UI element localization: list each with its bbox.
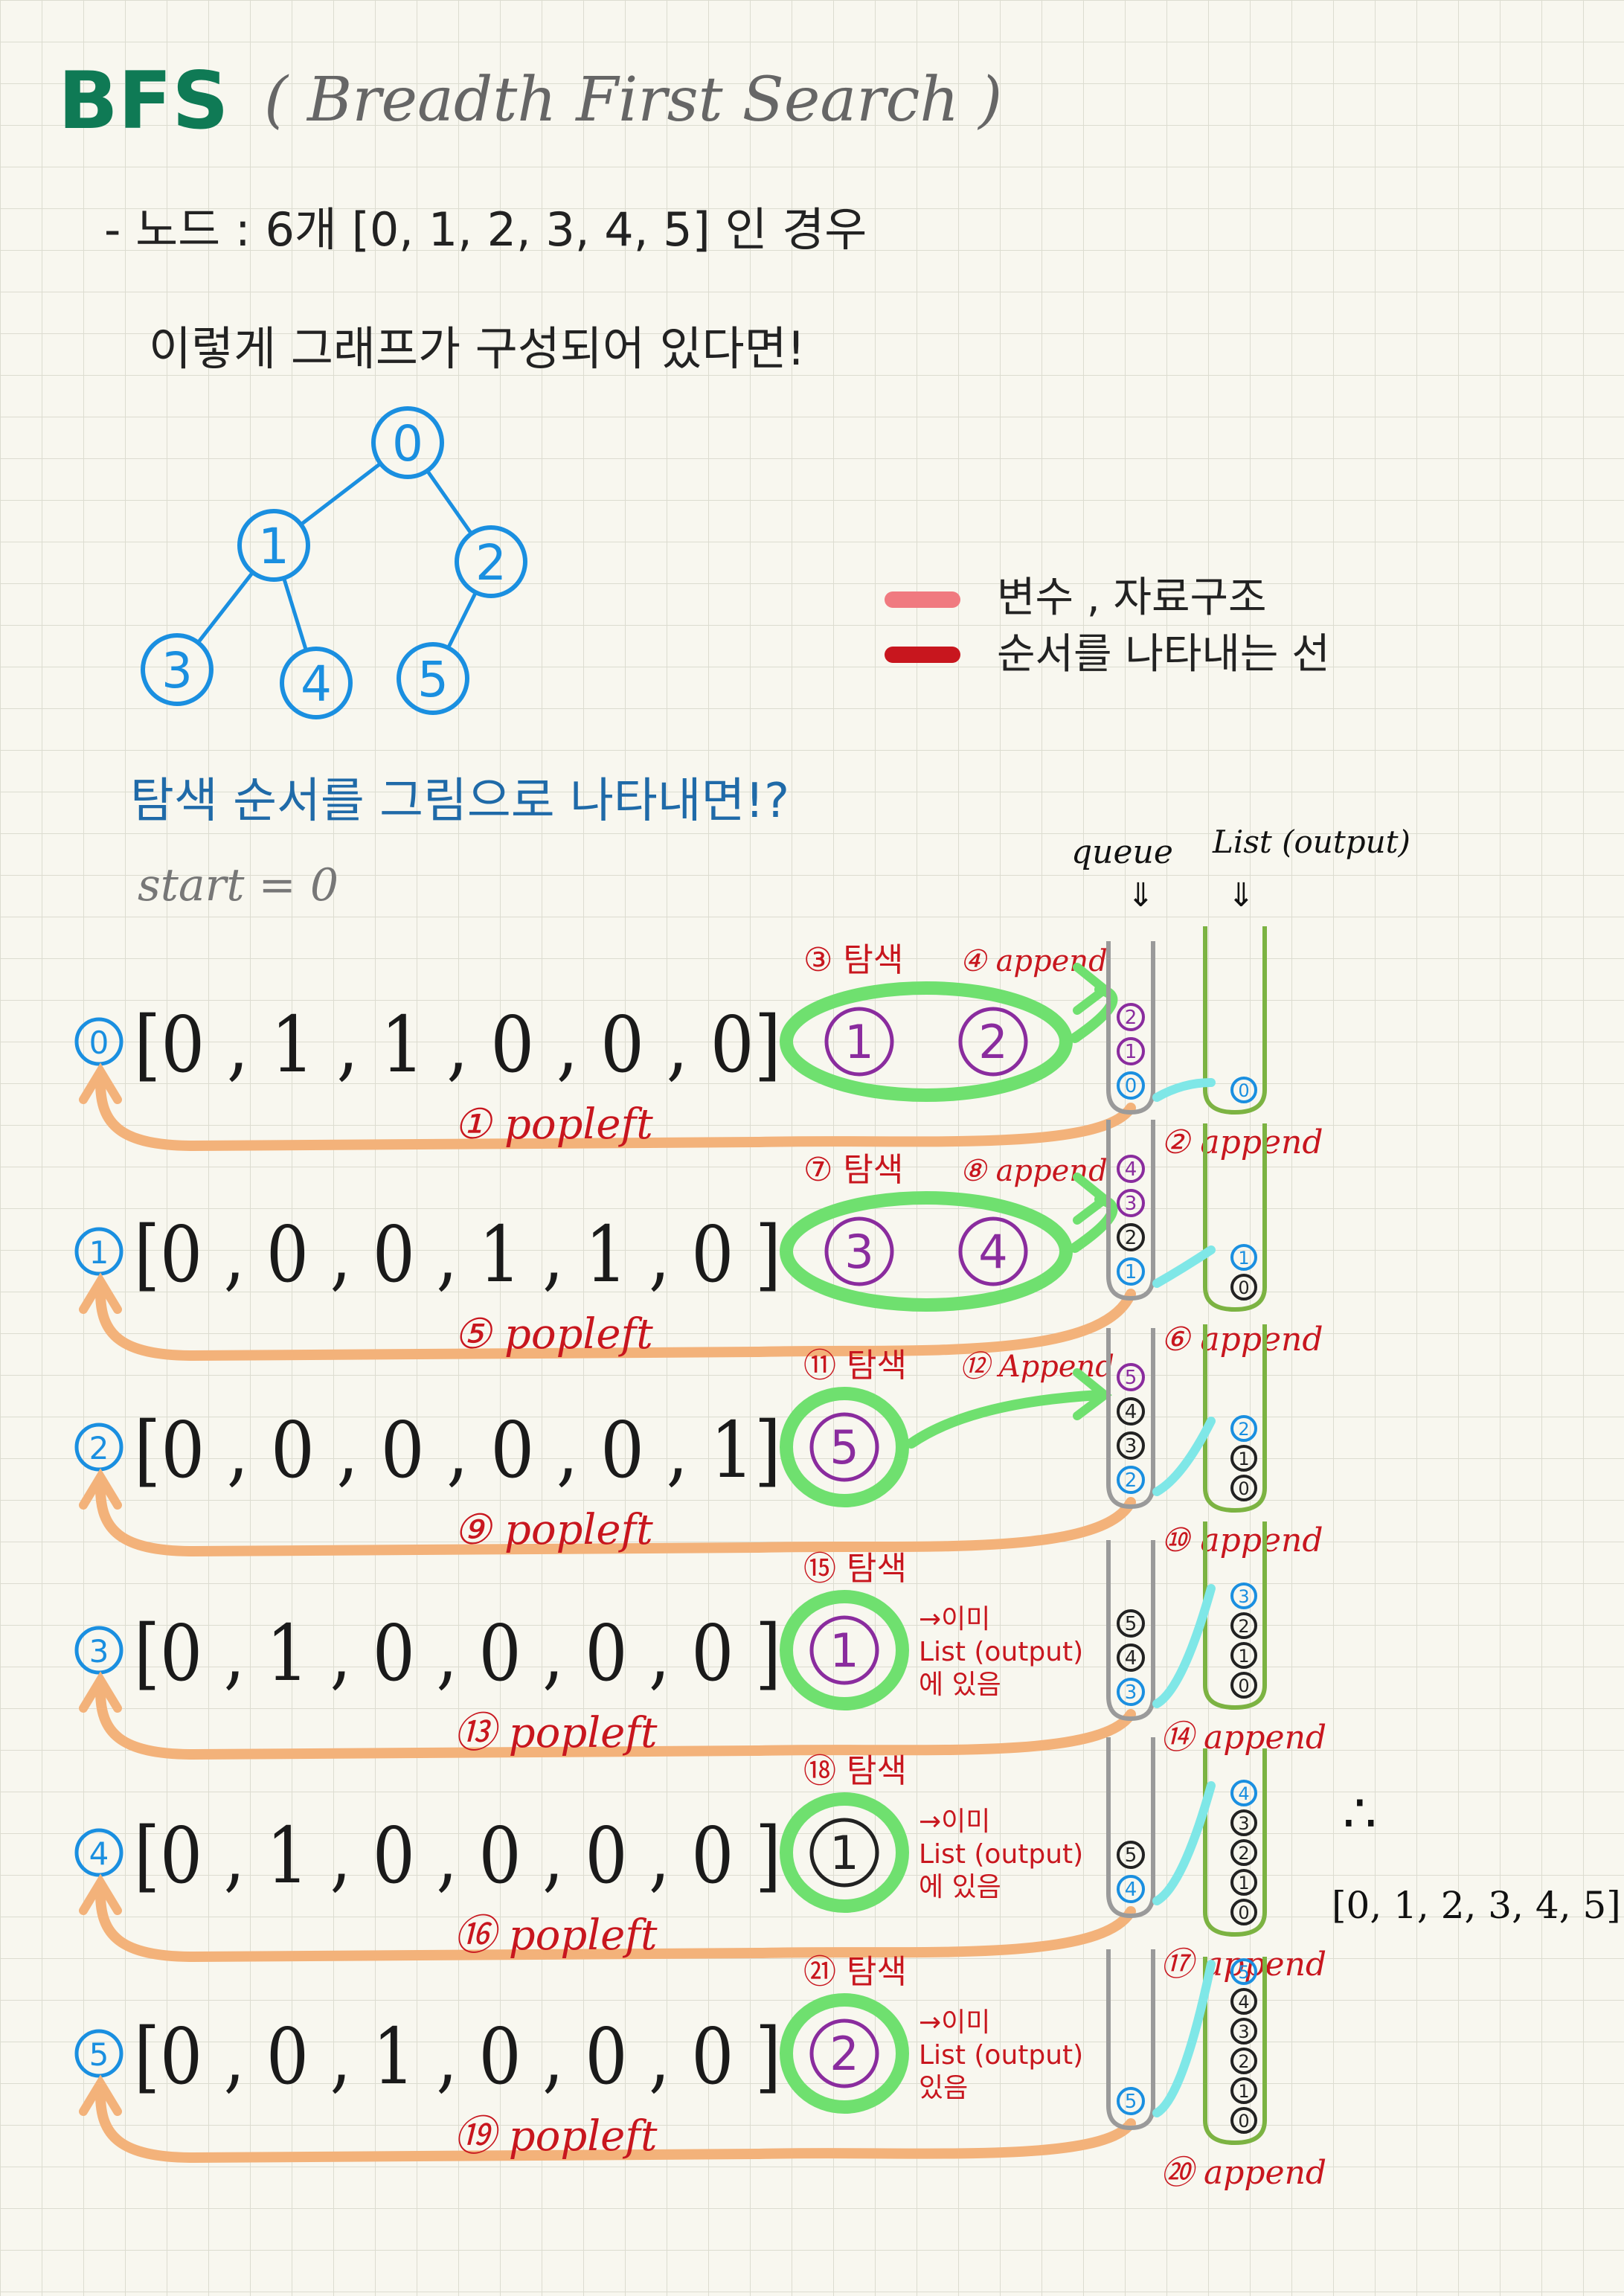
append-output-label: ⑳ append <box>1161 2154 1326 2192</box>
explore-label: ⑮ 탐색 <box>803 1550 907 1588</box>
output-item: 2 <box>1238 1419 1249 1440</box>
already-in-output-note: →이미 List (output) 있음 <box>919 2007 1083 2103</box>
queue-item: 4 <box>1125 1879 1137 1901</box>
adjacency-row: [0 , 1 , 1 , 0 , 0 , 0] <box>134 999 781 1090</box>
output-item: 2 <box>1238 1843 1249 1864</box>
queue-item: 0 <box>1125 1075 1137 1097</box>
queue-item: 5 <box>1125 1367 1137 1389</box>
output-item: 5 <box>1238 1962 1249 1983</box>
queue-item: 4 <box>1125 1647 1137 1670</box>
append-output-label: ② append <box>1161 1123 1323 1161</box>
adjacency-row: [0 , 1 , 0 , 0 , 0 , 0 ] <box>134 1810 781 1901</box>
explore-label: ⑱ 탐색 <box>803 1752 907 1790</box>
row-node-label: 2 <box>89 1430 109 1466</box>
output-item: 0 <box>1238 1277 1249 1298</box>
queue-item: 3 <box>1125 1435 1137 1458</box>
queue-item: 1 <box>1125 1261 1137 1283</box>
queue-item: 5 <box>1125 2091 1137 2113</box>
bfs-row-3: 3 [0 , 1 , 0 , 0 , 0 , 0 ] ⑬ popleft 1 ⑮ 탐색 →… <box>74 1521 1326 1760</box>
append-output-label: ⑥ append <box>1161 1321 1323 1359</box>
found-node-label: 4 <box>978 1225 1007 1279</box>
queue-item: 1 <box>1125 1041 1137 1063</box>
adjacency-row: [0 , 0 , 0 , 1 , 1 , 0 ] <box>134 1209 781 1300</box>
popleft-label: ⑲ popleft <box>454 2112 658 2161</box>
output-item: 0 <box>1238 1675 1249 1696</box>
queue-item: 2 <box>1125 1227 1137 1249</box>
explore-label: ⑪ 탐색 <box>803 1347 907 1385</box>
output-item: 0 <box>1238 2111 1249 2132</box>
explore-label: ㉑ 탐색 <box>803 1953 907 1991</box>
found-node-label: 1 <box>829 1623 858 1678</box>
output-item: 0 <box>1238 1902 1249 1923</box>
adjacency-row: [0 , 0 , 0 , 0 , 0 , 1] <box>134 1405 781 1495</box>
adjacency-row: [0 , 0 , 1 , 0 , 0 , 0 ] <box>134 2011 781 2102</box>
found-node-label: 2 <box>829 2027 858 2081</box>
output-item: 3 <box>1238 2021 1249 2042</box>
row-node-label: 5 <box>89 2036 109 2073</box>
explore-label: ⑦ 탐색 <box>803 1151 903 1189</box>
queue-item: 2 <box>1125 1007 1137 1029</box>
queue-item: 3 <box>1125 1681 1137 1704</box>
row-node-label: 0 <box>89 1024 109 1061</box>
popleft-label: ① popleft <box>454 1100 653 1149</box>
popleft-label: ⑬ popleft <box>454 1709 658 1757</box>
row-node-label: 4 <box>89 1835 109 1872</box>
output-item: 2 <box>1238 1616 1249 1637</box>
row-node-label: 3 <box>89 1633 109 1670</box>
output-item: 1 <box>1238 1873 1249 1893</box>
output-item: 1 <box>1238 1248 1249 1269</box>
bfs-steps: 0 [0 , 1 , 1 , 0 , 0 , 0]① popleft1 2③ 탐색 ④… <box>74 926 1326 2192</box>
push-arrow <box>906 1390 1105 1449</box>
queue-item: 4 <box>1125 1158 1137 1181</box>
found-node-label: 1 <box>829 1826 858 1880</box>
bfs-row-0: 0 [0 , 1 , 1 , 0 , 0 , 0]① popleft1 2③ 탐색 ④… <box>74 926 1323 1161</box>
explore-label: ③ 탐색 <box>803 941 903 979</box>
output-item: 3 <box>1238 1586 1249 1607</box>
queue-item: 2 <box>1125 1469 1137 1492</box>
output-item: 3 <box>1238 1813 1249 1834</box>
queue-item: 5 <box>1125 1844 1137 1867</box>
output-item: 2 <box>1238 2051 1249 2072</box>
append-output-label: ⑭ append <box>1161 1719 1326 1757</box>
output-item: 1 <box>1238 2081 1249 2102</box>
bfs-row-5: 5 [0 , 0 , 1 , 0 , 0 , 0 ] ⑲ popleft 2 ㉑ 탐색 →… <box>74 1949 1326 2192</box>
found-node-label: 2 <box>978 1015 1007 1069</box>
popleft-label: ⑨ popleft <box>454 1506 653 1554</box>
found-node-label: 1 <box>844 1015 873 1069</box>
notebook-page: BFS ( Breadth First Search ) - 노드 : 6개 [… <box>0 0 1624 2296</box>
row-node-label: 1 <box>89 1234 109 1271</box>
found-node-label: 5 <box>829 1420 858 1475</box>
queue-item: 3 <box>1125 1193 1137 1215</box>
append-output-label: ⑩ append <box>1161 1521 1323 1559</box>
queue-item: 4 <box>1125 1401 1137 1423</box>
output-item: 1 <box>1238 1449 1249 1469</box>
output-item: 0 <box>1238 1478 1249 1499</box>
output-item: 4 <box>1238 1783 1249 1804</box>
popleft-label: ⑯ popleft <box>454 1911 658 1960</box>
already-in-output-note: →이미 List (output) 에 있음 <box>919 1604 1083 1700</box>
popleft-label: ⑤ popleft <box>454 1310 653 1359</box>
found-node-label: 3 <box>844 1225 873 1279</box>
adjacency-row: [0 , 1 , 0 , 0 , 0 , 0 ] <box>134 1608 781 1699</box>
bfs-row-1: 1 [0 , 0 , 0 , 1 , 1 , 0 ] ⑤ popleft 3 4 ⑦ 탐색… <box>74 1120 1323 1362</box>
queue-item: 5 <box>1125 1613 1137 1635</box>
output-item: 1 <box>1238 1646 1249 1667</box>
already-in-output-note: →이미 List (output) 에 있음 <box>919 1806 1083 1902</box>
bfs-row-4: 4 [0 , 1 , 0 , 0 , 0 , 0 ] ⑯ popleft 1 ⑱ 탐색 →… <box>74 1737 1326 1984</box>
output-item: 4 <box>1238 1992 1249 2013</box>
output-item: 0 <box>1238 1080 1249 1101</box>
